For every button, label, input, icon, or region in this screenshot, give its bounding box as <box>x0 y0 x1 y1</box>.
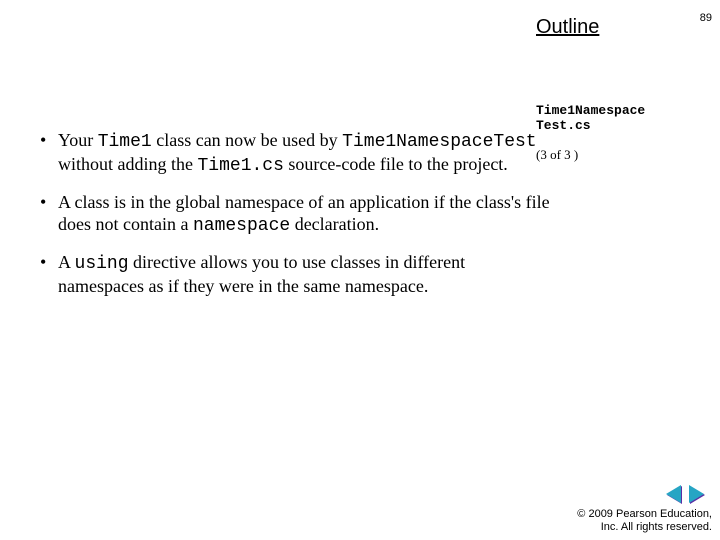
bullet-text: class can now be used by <box>152 130 342 150</box>
copyright-line: © 2009 Pearson Education, <box>577 508 712 521</box>
file-name-line2: Test.cs <box>536 119 706 134</box>
bullet-text: source-code file to the project. <box>284 154 508 174</box>
code-span: Time1NamespaceTest <box>342 132 536 152</box>
slide-header: Outline 89 <box>0 8 720 32</box>
bullet-text: declaration. <box>290 214 379 234</box>
page-number: 89 <box>700 12 712 24</box>
code-span: Time1.cs <box>197 156 283 176</box>
slide-body: Your Time1 class can now be used by Time… <box>40 130 550 312</box>
page-of-indicator: (3 of 3 ) <box>536 148 706 163</box>
bullet-item: Your Time1 class can now be used by Time… <box>40 130 550 178</box>
bullet-text: without adding the <box>58 154 197 174</box>
triangle-left-icon <box>666 485 681 503</box>
outline-title: Outline <box>536 16 599 39</box>
copyright-line: Inc. All rights reserved. <box>577 521 712 534</box>
bullet-text: Your <box>58 130 98 150</box>
nav-buttons <box>664 485 706 508</box>
prev-slide-button[interactable] <box>664 485 683 503</box>
next-slide-button[interactable] <box>687 485 706 503</box>
file-reference: Time1Namespace Test.cs (3 of 3 ) <box>536 104 706 163</box>
code-span: Time1 <box>98 132 152 152</box>
bullet-item: A using directive allows you to use clas… <box>40 252 550 298</box>
bullet-text: A <box>58 252 75 272</box>
copyright-footer: © 2009 Pearson Education, Inc. All right… <box>577 508 712 534</box>
file-name-line1: Time1Namespace <box>536 104 706 119</box>
triangle-right-icon <box>689 485 704 503</box>
code-span: using <box>75 254 129 274</box>
bullet-item: A class is in the global namespace of an… <box>40 192 550 238</box>
code-span: namespace <box>193 216 290 236</box>
